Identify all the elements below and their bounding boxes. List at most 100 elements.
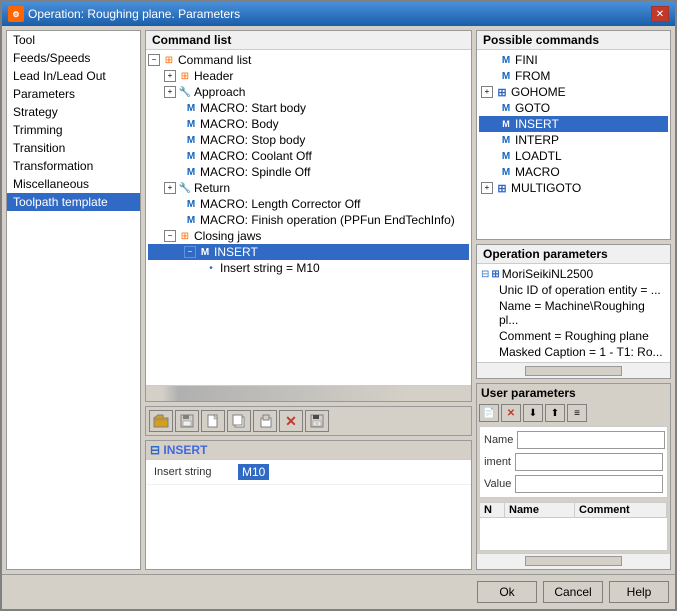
expand-header[interactable]: + (164, 70, 176, 82)
cmd-gohome[interactable]: + ⊞ GOHOME (479, 84, 668, 100)
tree-item-macro-stop[interactable]: M MACRO: Stop body (148, 132, 469, 148)
op-params-tree[interactable]: ⊟ ⊞ MoriSeikiNL2500 Unic ID of operation… (477, 264, 670, 362)
tree-label-macro-spindle: MACRO: Spindle Off (200, 165, 310, 179)
right-panel: Possible commands M FINI M FROM + ⊞ (476, 30, 671, 570)
toolbar-open-btn[interactable] (149, 410, 173, 432)
tree-item-closing-jaws[interactable]: − ⊞ Closing jaws (148, 228, 469, 244)
grid-icon-header: ⊞ (178, 69, 192, 83)
tree-item-macro-length[interactable]: M MACRO: Length Corrector Off (148, 196, 469, 212)
sidebar-item-strategy[interactable]: Strategy (7, 103, 140, 121)
user-btn-list[interactable]: ≡ (567, 404, 587, 422)
sidebar-item-transition[interactable]: Transition (7, 139, 140, 157)
command-list-tree[interactable]: − ⊞ Command list + ⊞ Header + 🔧 Appro (146, 50, 471, 385)
user-comment-input[interactable] (515, 453, 663, 471)
op-params-hscroll[interactable] (477, 362, 670, 378)
user-btn-new[interactable]: 📄 (479, 404, 499, 422)
insert-string-row[interactable]: Insert string M10 (146, 460, 471, 485)
insert-string-value[interactable]: M10 (238, 464, 269, 480)
tree-item-return[interactable]: + 🔧 Return (148, 180, 469, 196)
expand-closing[interactable]: − (164, 230, 176, 242)
user-fields: Name iment Value (479, 426, 668, 498)
tree-item-approach[interactable]: + 🔧 Approach (148, 84, 469, 100)
tree-item-macro-finish[interactable]: M MACRO: Finish operation (PPFun EndTech… (148, 212, 469, 228)
command-list-section: Command list − ⊞ Command list + ⊞ Header (145, 30, 472, 402)
sidebar-item-transformation[interactable]: Transformation (7, 157, 140, 175)
tree-item-header[interactable]: + ⊞ Header (148, 68, 469, 84)
tree-label-macro-coolant: MACRO: Coolant Off (200, 149, 312, 163)
insert-props-section: ⊟ INSERT Insert string M10 (145, 440, 472, 570)
user-btn-down[interactable]: ⬇ (523, 404, 543, 422)
sidebar-item-miscellaneous[interactable]: Miscellaneous (7, 175, 140, 193)
sidebar-item-trimming[interactable]: Trimming (7, 121, 140, 139)
cmd-fini[interactable]: M FINI (479, 52, 668, 68)
tree-item-macro-body[interactable]: M MACRO: Body (148, 116, 469, 132)
op-params-header: Operation parameters (477, 245, 670, 264)
sidebar-item-leadin[interactable]: Lead In/Lead Out (7, 67, 140, 85)
possible-commands-tree[interactable]: M FINI M FROM + ⊞ GOHOME (477, 50, 670, 239)
window-icon: ⚙ (8, 6, 24, 22)
cmd-multigoto[interactable]: + ⊞ MULTIGOTO (479, 180, 668, 196)
op-item-name[interactable]: Name = Machine\Roughing pl... (479, 298, 668, 328)
toolbar: ✕ (145, 406, 472, 436)
toolbar-delete-btn[interactable]: ✕ (279, 410, 303, 432)
expand-commandlist[interactable]: − (148, 54, 160, 66)
cmd-from[interactable]: M FROM (479, 68, 668, 84)
tree-item-macro-start[interactable]: M MACRO: Start body (148, 100, 469, 116)
op-item-uid[interactable]: Unic ID of operation entity = ... (479, 282, 668, 298)
expand-return[interactable]: + (164, 182, 176, 194)
cmd-icon-insert: M (499, 117, 513, 131)
tree-label-closing: Closing jaws (194, 229, 261, 243)
user-btn-delete[interactable]: ✕ (501, 404, 521, 422)
expand-approach[interactable]: + (164, 86, 176, 98)
tree-item-insert-string[interactable]: • Insert string = M10 (148, 260, 469, 276)
sidebar-item-parameters[interactable]: Parameters (7, 85, 140, 103)
tree-item-macro-spindle[interactable]: M MACRO: Spindle Off (148, 164, 469, 180)
tree-item-commandlist[interactable]: − ⊞ Command list (148, 52, 469, 68)
cmd-label-fini: FINI (515, 53, 538, 67)
user-col-n: N (480, 503, 505, 517)
tree-item-insert[interactable]: − M INSERT (148, 244, 469, 260)
user-col-name: Name (505, 503, 575, 517)
cmd-icon-goto: M (499, 101, 513, 115)
sidebar-item-tool[interactable]: Tool (7, 31, 140, 49)
expand-gohome[interactable]: + (481, 86, 493, 98)
dot-icon: • (204, 261, 218, 275)
blue-m-icon-length: M (184, 197, 198, 211)
toolbar-new-btn[interactable] (201, 410, 225, 432)
cancel-button[interactable]: Cancel (543, 581, 603, 603)
expand-insert[interactable]: − (184, 246, 196, 258)
cmd-loadtl[interactable]: M LOADTL (479, 148, 668, 164)
help-button[interactable]: Help (609, 581, 669, 603)
cmd-insert[interactable]: M INSERT (479, 116, 668, 132)
ok-button[interactable]: Ok (477, 581, 537, 603)
insert-props-grid[interactable]: Insert string M10 (146, 460, 471, 569)
insert-string-label: Insert string (154, 466, 234, 478)
blue-m-icon-finish: M (184, 213, 198, 227)
op-item-caption[interactable]: Masked Caption = 1 - T1: Ro... (479, 344, 668, 360)
tree-label-macro-start: MACRO: Start body (200, 101, 306, 115)
cmd-interp[interactable]: M INTERP (479, 132, 668, 148)
op-item-comment[interactable]: Comment = Roughing plane (479, 328, 668, 344)
user-name-input[interactable] (517, 431, 665, 449)
sidebar-item-feeds[interactable]: Feeds/Speeds (7, 49, 140, 67)
toolbar-save-btn[interactable] (175, 410, 199, 432)
op-item-machine[interactable]: ⊟ ⊞ MoriSeikiNL2500 (479, 266, 668, 282)
title-bar: ⚙ Operation: Roughing plane. Parameters … (2, 2, 675, 26)
user-name-label: Name (484, 434, 513, 446)
sidebar-item-toolpath[interactable]: Toolpath template (7, 193, 140, 211)
user-params-hscroll[interactable] (477, 553, 670, 569)
tree-item-macro-coolant[interactable]: M MACRO: Coolant Off (148, 148, 469, 164)
cmd-macro[interactable]: M MACRO (479, 164, 668, 180)
toolbar-savefile-btn[interactable] (305, 410, 329, 432)
cmd-goto[interactable]: M GOTO (479, 100, 668, 116)
toolbar-copy-btn[interactable] (227, 410, 251, 432)
cmd-label-multigoto: MULTIGOTO (511, 181, 581, 195)
expand-multigoto[interactable]: + (481, 182, 493, 194)
command-list-hscroll[interactable] (146, 385, 471, 401)
toolbar-paste-btn[interactable] (253, 410, 277, 432)
user-value-input[interactable] (515, 475, 663, 493)
close-button[interactable]: ✕ (651, 6, 669, 22)
user-btn-up[interactable]: ⬆ (545, 404, 565, 422)
cmd-label-macro: MACRO (515, 165, 560, 179)
user-field-value-row: Value (484, 475, 663, 493)
